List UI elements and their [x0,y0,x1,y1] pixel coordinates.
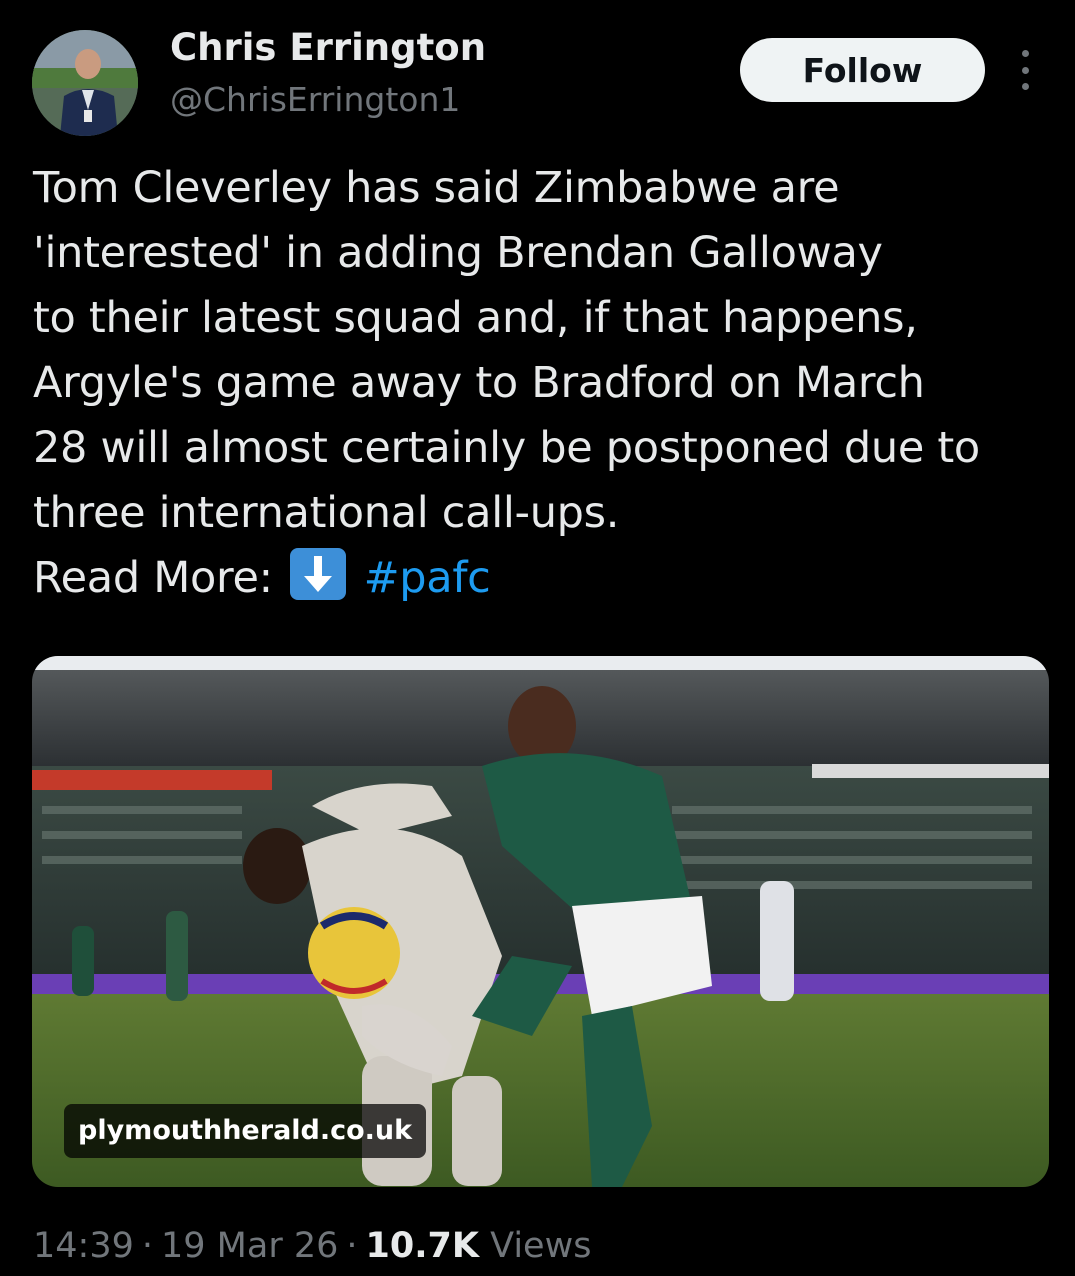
tweet-date[interactable]: 19 Mar 26 [161,1226,338,1266]
read-more-line: Read More: #pafc [33,546,1063,611]
more-dot [1021,66,1029,74]
meta-separator: · [346,1226,358,1266]
tweet-text: Tom Cleverley has said Zimbabwe are 'int… [33,156,1063,611]
follow-button[interactable]: Follow [740,38,985,102]
author-name[interactable]: Chris Errington [170,26,486,69]
avatar-image [32,30,138,136]
link-source-domain[interactable]: plymouthherald.co.uk [64,1104,427,1158]
tweet-text-line: 28 will almost certainly be postponed du… [33,423,980,473]
tweet-time[interactable]: 14:39 [33,1226,134,1266]
more-vertical-icon[interactable] [1012,50,1038,90]
down-arrow-emoji-icon [290,548,347,600]
more-dot [1021,83,1029,90]
tweet-meta: 14:39 · 19 Mar 26 · 10.7K Views [33,1226,591,1266]
tweet-text-line: Argyle's game away to Bradford on March [33,358,925,408]
tweet-text-line: three international call-ups. [33,488,620,538]
views-label: Views [490,1226,592,1266]
tweet-text-line: Tom Cleverley has said Zimbabwe are [33,163,840,213]
views-count: 10.7K [365,1226,479,1266]
author-avatar[interactable] [32,30,138,136]
tweet-text-line: to their latest squad and, if that happe… [33,293,918,343]
hashtag-link[interactable]: #pafc [364,553,491,603]
tweet-text-line: 'interested' in adding Brendan Galloway [33,228,883,278]
meta-separator: · [141,1226,154,1266]
more-dot [1021,50,1029,57]
media-card[interactable]: plymouthherald.co.uk [32,656,1049,1187]
read-more-label: Read More: [33,553,273,603]
author-handle[interactable]: @ChrisErrington1 [170,80,460,119]
